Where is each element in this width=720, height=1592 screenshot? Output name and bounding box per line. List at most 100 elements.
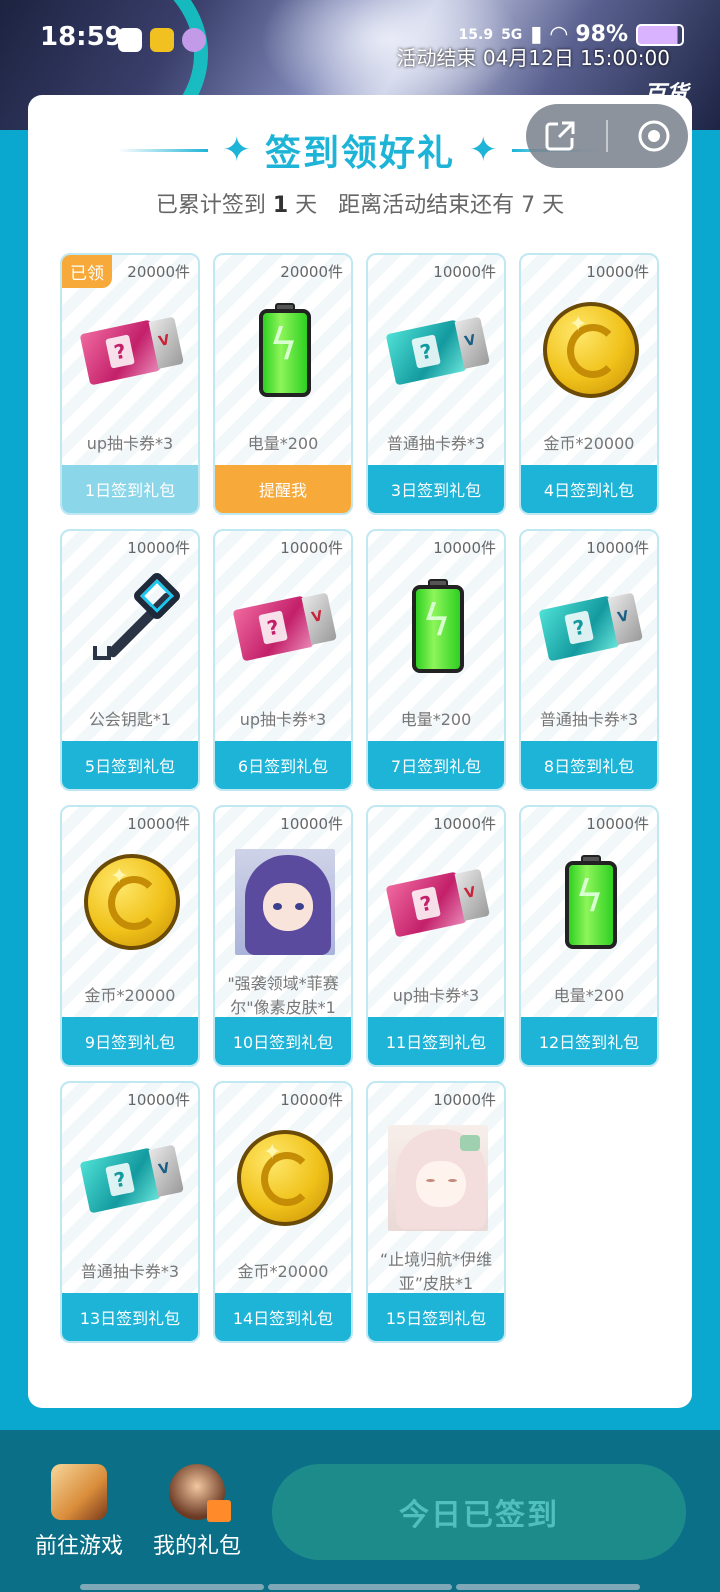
- reward-action-button[interactable]: 6日签到礼包: [215, 741, 351, 789]
- reward-action-button[interactable]: 12日签到礼包: [521, 1017, 657, 1065]
- reward-label: 普通抽卡券*3: [539, 710, 639, 729]
- reward-tile: 10000件 ✦ 金币*20000 4日签到礼包: [519, 253, 659, 515]
- network-type: 5G: [501, 26, 523, 43]
- reward-image: ? V: [538, 571, 643, 681]
- capsule-divider: [606, 120, 608, 152]
- sparkle-icon: ✦: [469, 130, 498, 170]
- reward-label: 公会钥匙*1: [88, 710, 172, 729]
- battery-icon: ϟ: [412, 579, 464, 673]
- coin-icon: ✦: [543, 302, 639, 398]
- card-title: 签到领好礼: [264, 133, 455, 174]
- reward-quantity: 10000件: [280, 539, 343, 557]
- up-ticket-icon: ? V: [232, 591, 338, 662]
- reward-quantity: 10000件: [433, 539, 496, 557]
- app-notification-icon: [150, 28, 174, 52]
- home-indicator: [80, 1584, 640, 1590]
- close-button[interactable]: [632, 114, 676, 158]
- reward-tile: 10000件 ✦ 金币*20000 9日签到礼包: [60, 805, 200, 1067]
- reward-label: 金币*20000: [237, 1262, 329, 1281]
- reward-quantity: 10000件: [127, 539, 190, 557]
- reward-action-button[interactable]: 9日签到礼包: [62, 1017, 198, 1065]
- reward-action-button[interactable]: 8日签到礼包: [521, 741, 657, 789]
- reward-grid: 已领 20000件 ? V up抽卡券*3 1日签到礼包 20000件 ϟ 电量*200 提醒我 1…: [60, 253, 660, 1343]
- reward-tile: 20000件 ϟ 电量*200 提醒我: [213, 253, 353, 515]
- remaining-days-count: 7: [521, 193, 536, 218]
- share-icon: [545, 121, 575, 151]
- reward-action-button[interactable]: 10日签到礼包: [215, 1017, 351, 1065]
- reward-tile: 10000件 ? V up抽卡券*3 6日签到礼包: [213, 529, 353, 791]
- subtitle-prefix: 已累计签到: [155, 193, 266, 218]
- reward-action-button[interactable]: 13日签到礼包: [62, 1293, 198, 1341]
- reward-action-button[interactable]: 7日签到礼包: [368, 741, 504, 789]
- subtitle-unit: 天: [295, 193, 318, 218]
- reward-image: ✦: [82, 847, 182, 957]
- reward-action-button[interactable]: 提醒我: [215, 465, 351, 513]
- reward-label: 金币*20000: [543, 434, 635, 453]
- bottom-bar: 前往游戏 我的礼包 今日已签到: [0, 1430, 720, 1592]
- reward-label: 普通抽卡券*3: [80, 1262, 180, 1281]
- status-time: 18:59: [40, 22, 123, 52]
- game-icon: [51, 1464, 107, 1520]
- reward-action-button[interactable]: 14日签到礼包: [215, 1293, 351, 1341]
- reward-quantity: 10000件: [127, 1091, 190, 1109]
- reward-quantity: 10000件: [280, 815, 343, 833]
- reward-tile: 10000件 ? V 普通抽卡券*3 13日签到礼包: [60, 1081, 200, 1343]
- normal-ticket-icon: ? V: [79, 1143, 185, 1214]
- claimed-badge: 已领: [62, 255, 112, 288]
- reward-quantity: 10000件: [433, 263, 496, 281]
- reward-image: ✦: [235, 1123, 335, 1233]
- reward-tile: 10000件 ✦ 金币*20000 14日签到礼包: [213, 1081, 353, 1343]
- battery-icon: ϟ: [259, 303, 311, 397]
- reward-quantity: 10000件: [586, 539, 649, 557]
- reward-tile: 10000件 ϟ 电量*200 7日签到礼包: [366, 529, 506, 791]
- reward-action-button[interactable]: 11日签到礼包: [368, 1017, 504, 1065]
- reward-image: ? V: [79, 295, 184, 405]
- reward-label: 金币*20000: [84, 986, 176, 1005]
- reward-label: 普通抽卡券*3: [386, 434, 486, 453]
- normal-ticket-icon: ? V: [385, 315, 491, 386]
- go-game-button[interactable]: 前往游戏: [24, 1464, 134, 1560]
- reward-quantity: 10000件: [586, 263, 649, 281]
- share-button[interactable]: [538, 114, 582, 158]
- reward-image: ? V: [385, 295, 491, 405]
- reward-tile: 10000件 ? V 普通抽卡券*3 3日签到礼包: [366, 253, 506, 515]
- reward-tile: 10000件公会钥匙*1 5日签到礼包: [60, 529, 200, 791]
- reward-image: [235, 847, 335, 957]
- reward-label: 电量*200: [247, 434, 319, 453]
- reward-image: [388, 1123, 488, 1233]
- reward-label: 电量*200: [553, 986, 625, 1005]
- record-close-icon: [638, 120, 670, 152]
- reward-quantity: 10000件: [433, 1091, 496, 1109]
- reward-label: up抽卡券*3: [239, 710, 327, 729]
- title-decor-line-left: [118, 148, 209, 152]
- notification-icon: [182, 28, 206, 52]
- reward-action-button[interactable]: 1日签到礼包: [62, 465, 198, 513]
- reward-tile: 10000件 ? V 普通抽卡券*3 8日签到礼包: [519, 529, 659, 791]
- signed-today-button[interactable]: 今日已签到: [272, 1464, 686, 1560]
- battery-icon: ϟ: [565, 855, 617, 949]
- reward-action-button[interactable]: 3日签到礼包: [368, 465, 504, 513]
- my-gifts-button[interactable]: 我的礼包: [142, 1464, 252, 1560]
- reward-image: ? V: [385, 847, 490, 957]
- sparkle-icon: ✦: [222, 130, 251, 170]
- reward-label: "强袭领域*菲赛尔"像素皮肤*1: [227, 974, 339, 1017]
- subtitle-unit: 天: [542, 193, 565, 218]
- guild-key-icon: [87, 570, 183, 676]
- reward-action-button[interactable]: 4日签到礼包: [521, 465, 657, 513]
- reward-action-button[interactable]: 5日签到礼包: [62, 741, 198, 789]
- coin-icon: ✦: [237, 1130, 333, 1226]
- reward-quantity: 20000件: [280, 263, 343, 281]
- reward-action-button[interactable]: 15日签到礼包: [368, 1293, 504, 1341]
- my-gifts-label: 我的礼包: [152, 1534, 241, 1559]
- reward-tile: 10000件 “止境归航*伊维亚”皮肤*1 15日签到礼包: [366, 1081, 506, 1343]
- reward-image: ✦: [541, 295, 641, 405]
- checkin-card: ✦ 签到领好礼 ✦ 已累计签到 1 天 距离活动结束还有 7 天 已领 20000…: [28, 95, 692, 1408]
- reward-label: up抽卡券*3: [86, 434, 174, 453]
- skin-portrait-icon: [388, 1125, 488, 1231]
- carrier-icon: [118, 28, 142, 52]
- activity-end-time: 活动结束 04月12日 15:00:00: [396, 46, 670, 70]
- reward-image: ? V: [232, 571, 338, 681]
- subtitle-remaining: 距离活动结束还有: [338, 193, 515, 218]
- reward-tile: 已领 20000件 ? V up抽卡券*3 1日签到礼包: [60, 253, 200, 515]
- signed-days-count: 1: [272, 193, 289, 218]
